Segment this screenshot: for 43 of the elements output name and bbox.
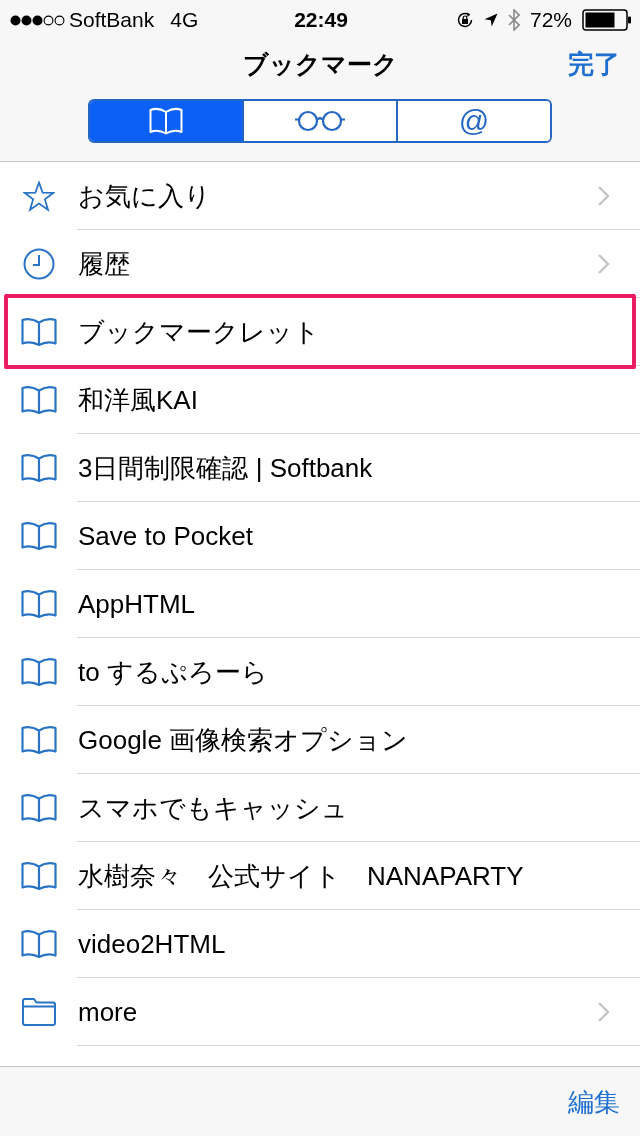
book-icon — [20, 657, 57, 687]
bookmark-list-item[interactable]: Google 画像検索オプション — [0, 706, 640, 774]
folder-icon — [21, 998, 56, 1026]
bookmark-list-item[interactable]: Save to Pocket — [0, 502, 640, 570]
glasses-icon — [294, 110, 346, 132]
book-icon — [149, 107, 183, 135]
shared-links-tab[interactable]: @ — [396, 101, 550, 141]
book-icon — [20, 861, 57, 891]
bluetooth-icon — [507, 9, 520, 31]
book-icon — [20, 793, 57, 823]
reading-list-tab[interactable] — [242, 101, 396, 141]
nav-title: ブックマーク — [242, 49, 398, 80]
carrier-name: SoftBank — [69, 8, 155, 32]
battery-icon — [582, 9, 632, 31]
book-icon — [20, 929, 57, 959]
bookmark-list-item[interactable]: 3日間制限確認 | Softbank — [0, 434, 640, 502]
bookmark-list-item[interactable]: to するぷろーら — [0, 638, 640, 706]
bookmark-list-item[interactable]: 水樹奈々 公式サイト NANAPARTY — [0, 842, 640, 910]
star-icon — [22, 180, 55, 212]
bookmark-list-item[interactable]: video2HTML — [0, 910, 640, 978]
clock-icon — [22, 248, 55, 280]
location-arrow-icon — [483, 13, 498, 27]
edit-button[interactable]: 編集 — [568, 1085, 620, 1118]
bookmark-list-item[interactable]: 履歴 — [0, 230, 640, 298]
done-button[interactable]: 完了 — [568, 48, 620, 80]
bookmark-list-item[interactable]: スマホでもキャッシュ — [0, 774, 640, 842]
clock-time: 22:49 — [294, 8, 348, 32]
orientation-lock-icon — [455, 11, 474, 29]
network-type: 4G — [170, 8, 199, 32]
book-icon — [20, 317, 57, 347]
bookmark-list-item[interactable]: AppHTML — [0, 570, 640, 638]
book-icon — [20, 385, 57, 415]
bookmarks-tab[interactable] — [90, 101, 242, 141]
bookmark-list-item[interactable]: ブックマークレット — [0, 298, 640, 366]
book-icon — [20, 589, 57, 619]
battery-percent: 72% — [529, 8, 572, 32]
bookmark-list-item[interactable]: お気に入り — [0, 162, 640, 230]
book-icon — [20, 453, 57, 483]
bookmark-list-item[interactable]: more — [0, 978, 640, 1046]
book-icon — [20, 521, 57, 551]
bookmark-list-item[interactable]: 和洋風KAI — [0, 366, 640, 434]
signal-dots-icon — [10, 14, 65, 26]
book-icon — [20, 725, 57, 755]
